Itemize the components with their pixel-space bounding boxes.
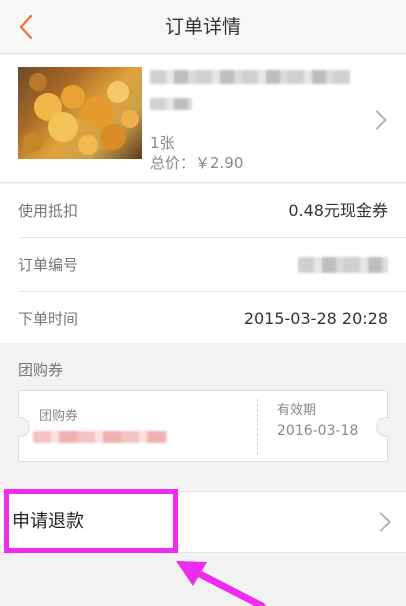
discount-row: 使用抵扣 0.48元现金券 [0,184,406,238]
chevron-right-icon [371,512,391,532]
coupon-code-blurred [33,431,167,443]
order-number-row: 订单编号 [0,238,406,292]
highlight-box [4,489,178,553]
coupon-card-label: 团购券 [39,409,79,424]
coupon-section: 团购券 团购券 有效期 2016-03-18 [0,343,406,479]
navbar: 订单详情 [0,0,406,54]
order-number-blurred [298,257,388,273]
coupon-separator [257,399,258,455]
product-subtitle-blurred [150,98,192,110]
product-thumbnail [18,67,142,159]
order-time-value: 2015-03-28 20:28 [243,309,388,328]
product-name-blurred [150,70,350,84]
discount-label: 使用抵扣 [18,202,79,220]
coupon-notch [18,417,30,437]
discount-value: 0.48元现金券 [288,201,388,220]
product-quantity: 1张 [150,134,175,152]
coupon-notch [376,417,388,437]
order-time-label: 下单时间 [18,310,79,328]
page-title: 订单详情 [164,16,241,38]
order-time-row: 下单时间 2015-03-28 20:28 [0,292,406,346]
coupon-section-title: 团购券 [18,361,64,379]
validity-date: 2016-03-18 [277,423,359,439]
validity-label: 有效期 [277,403,317,418]
product-total-price: 总价：￥2.90 [150,154,244,172]
order-number-label: 订单编号 [18,256,79,274]
coupon-card[interactable]: 团购券 有效期 2016-03-18 [18,390,388,462]
food-image [23,73,139,155]
